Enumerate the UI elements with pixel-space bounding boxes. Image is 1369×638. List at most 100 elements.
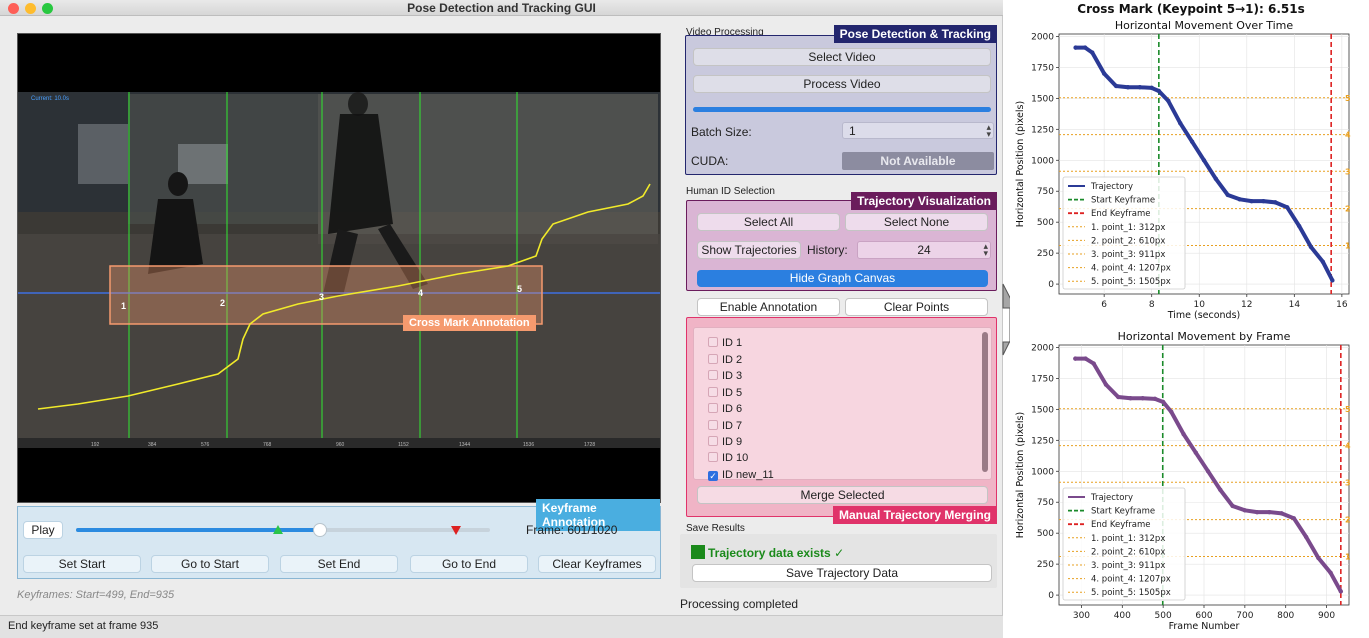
trajectory-point [1090, 50, 1095, 55]
play-button[interactable]: Play [23, 521, 63, 539]
trajectory-point [1083, 356, 1088, 361]
y-tick-label: 1500 [1031, 405, 1054, 415]
go-to-end-button[interactable]: Go to End [410, 555, 528, 573]
checkbox-checked-icon[interactable]: ✓ [708, 471, 718, 481]
pose-detection-panel: Pose Detection & Tracking Select Video P… [685, 25, 997, 175]
y-tick-label: 750 [1037, 498, 1054, 508]
legend-start-keyframe-label: Start Keyframe [1091, 196, 1155, 206]
id-list[interactable]: ID 1 ID 2 ID 3 ID 5 ID 6 ID 7 ID 9 ID 10… [693, 327, 992, 481]
y-tick-label: 0 [1048, 591, 1054, 601]
y-tick-label: 1250 [1031, 436, 1054, 446]
checkbox-icon[interactable] [708, 354, 718, 364]
checkbox-icon[interactable] [708, 452, 718, 462]
x-tick-label: 800 [1277, 611, 1294, 621]
id-label: ID 2 [722, 354, 743, 366]
select-video-button[interactable]: Select Video [693, 48, 991, 66]
id-item[interactable]: ID 1 [708, 337, 742, 349]
id-item[interactable]: ID 9 [708, 436, 742, 448]
trajectory-point [1137, 85, 1143, 90]
trajectory-point [1189, 139, 1195, 144]
id-item[interactable]: ID 2 [708, 354, 742, 366]
checkbox-icon[interactable] [708, 403, 718, 413]
legend-start-keyframe-label: Start Keyframe [1091, 507, 1155, 517]
y-tick-label: 1000 [1031, 467, 1054, 477]
show-trajectories-button[interactable]: Show Trajectories [697, 241, 801, 259]
keyframe-status: Keyframes: Start=499, End=935 [17, 589, 175, 601]
trajectory-point [1279, 511, 1284, 516]
set-start-button[interactable]: Set Start [23, 555, 141, 573]
window-title: Pose Detection and Tracking GUI [407, 1, 596, 15]
checkbox-icon[interactable] [708, 387, 718, 397]
id-item[interactable]: ✓ ID new_11 [708, 469, 774, 481]
save-trajectory-button[interactable]: Save Trajectory Data [692, 564, 992, 582]
select-all-button[interactable]: Select All [697, 213, 840, 231]
merge-selected-button[interactable]: Merge Selected [697, 486, 988, 504]
set-end-button[interactable]: Set End [280, 555, 398, 573]
trajectory-point [1101, 71, 1107, 76]
slider-handle[interactable] [312, 523, 327, 537]
y-tick-label: 250 [1037, 560, 1054, 570]
id-label: ID 1 [722, 337, 743, 349]
stepper-icon[interactable]: ▴ ▾ [986, 123, 991, 139]
chart-title: Horizontal Movement by Frame [1118, 330, 1291, 343]
video-axis-tick: 1536 [523, 442, 534, 448]
id-item[interactable]: ID 7 [708, 420, 742, 432]
x-tick-label: 300 [1073, 611, 1090, 621]
stepper-icon[interactable]: ▴ ▾ [983, 242, 988, 258]
start-keyframe-marker [273, 525, 284, 534]
video-axis-tick: 384 [148, 442, 157, 448]
status-bar: End keyframe set at frame 935 [0, 615, 1003, 638]
trajectory-point [1338, 589, 1344, 594]
video-canvas[interactable]: 192 384 576 768 960 1152 1344 1536 1728 … [17, 33, 661, 503]
id-item[interactable]: ID 10 [708, 452, 748, 464]
legend-guide-label: 4. point_4: 1207px [1091, 264, 1171, 274]
cross-point-label: 4 [418, 288, 423, 298]
legend-guide-label: 5. point_5: 1505px [1091, 277, 1171, 287]
frame-slider[interactable] [76, 523, 490, 538]
merging-panel-tag: Manual Trajectory Merging [832, 506, 997, 524]
video-axis-tick: 1728 [584, 442, 595, 448]
y-tick-label: 250 [1037, 249, 1054, 259]
id-item[interactable]: ID 6 [708, 403, 742, 415]
go-to-start-button[interactable]: Go to Start [151, 555, 269, 573]
trajectory-point [1273, 200, 1278, 205]
history-input[interactable]: 24 ▴ ▾ [857, 241, 991, 259]
trajectory-point [1178, 120, 1183, 126]
data-exists-icon [691, 545, 705, 559]
legend-guide-label: 4. point_4: 1207px [1091, 575, 1171, 585]
legend-guide-label: 3. point_3: 911px [1091, 561, 1165, 571]
id-list-scrollbar[interactable] [982, 332, 988, 472]
id-item[interactable]: ID 5 [708, 387, 742, 399]
trajectory-point [1091, 361, 1096, 366]
x-tick-label: 700 [1236, 611, 1253, 621]
history-value: 24 [917, 243, 931, 257]
trajectory-point [1125, 85, 1131, 90]
trajectory-visualization-panel: Trajectory Visualization Select All Sele… [686, 192, 997, 291]
y-axis-label: Horizontal Position (pixels) [1015, 412, 1026, 538]
legend-trajectory-label: Trajectory [1090, 493, 1133, 503]
guide-line-tag: 3 [1345, 478, 1351, 487]
select-none-button[interactable]: Select None [845, 213, 988, 231]
clear-keyframes-button[interactable]: Clear Keyframes [538, 555, 656, 573]
process-video-button[interactable]: Process Video [693, 75, 991, 93]
id-item[interactable]: ID 3 [708, 370, 742, 382]
id-label: ID 3 [722, 370, 743, 382]
clear-points-button[interactable]: Clear Points [845, 298, 988, 316]
trajectory-point [1303, 534, 1309, 540]
trajectory-point [1308, 244, 1314, 250]
trajectory-point [1073, 45, 1078, 50]
hide-graph-button[interactable]: Hide Graph Canvas [697, 270, 988, 287]
legend-guide-label: 2. point_2: 610px [1091, 547, 1165, 557]
video-axis-tick: 768 [263, 442, 272, 448]
checkbox-icon[interactable] [708, 436, 718, 446]
cross-point-label: 5 [517, 284, 522, 294]
checkbox-icon[interactable] [708, 337, 718, 347]
batch-size-input[interactable]: 1 ▴ ▾ [842, 122, 994, 139]
legend-guide-label: 5. point_5: 1505px [1091, 588, 1171, 598]
video-axis-tick: 576 [201, 442, 210, 448]
cross-point-label: 1 [121, 301, 126, 311]
trajectory-point [1140, 396, 1145, 401]
checkbox-icon[interactable] [708, 420, 718, 430]
checkbox-icon[interactable] [708, 370, 718, 380]
enable-annotation-button[interactable]: Enable Annotation [697, 298, 840, 316]
